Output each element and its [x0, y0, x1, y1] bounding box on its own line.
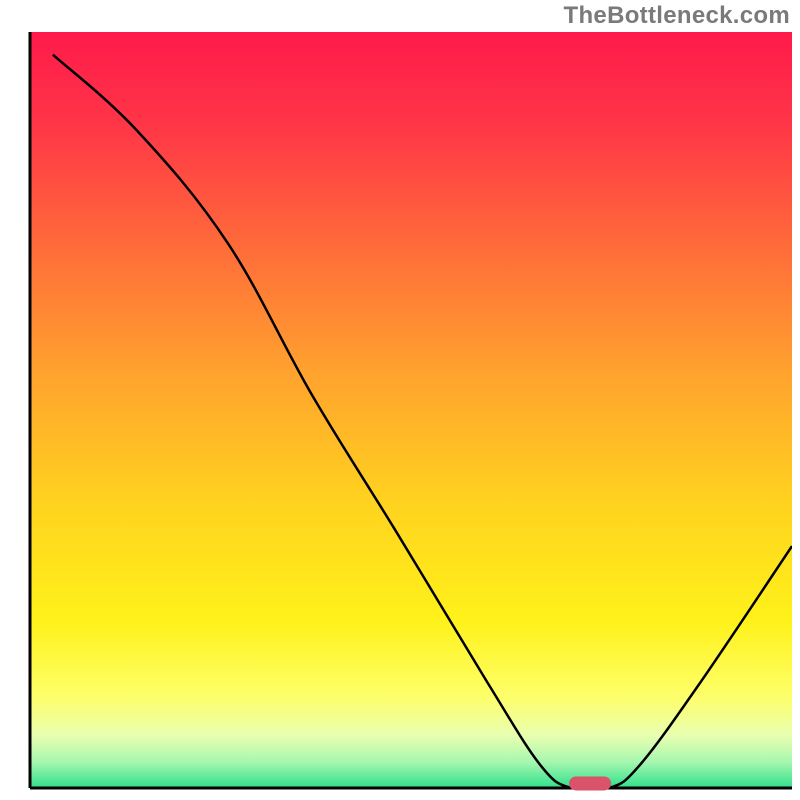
optimal-marker — [569, 776, 611, 790]
chart-stage: TheBottleneck.com — [0, 0, 800, 800]
gradient-background — [30, 32, 792, 788]
chart-svg — [0, 0, 800, 800]
watermark-text: TheBottleneck.com — [564, 2, 790, 30]
